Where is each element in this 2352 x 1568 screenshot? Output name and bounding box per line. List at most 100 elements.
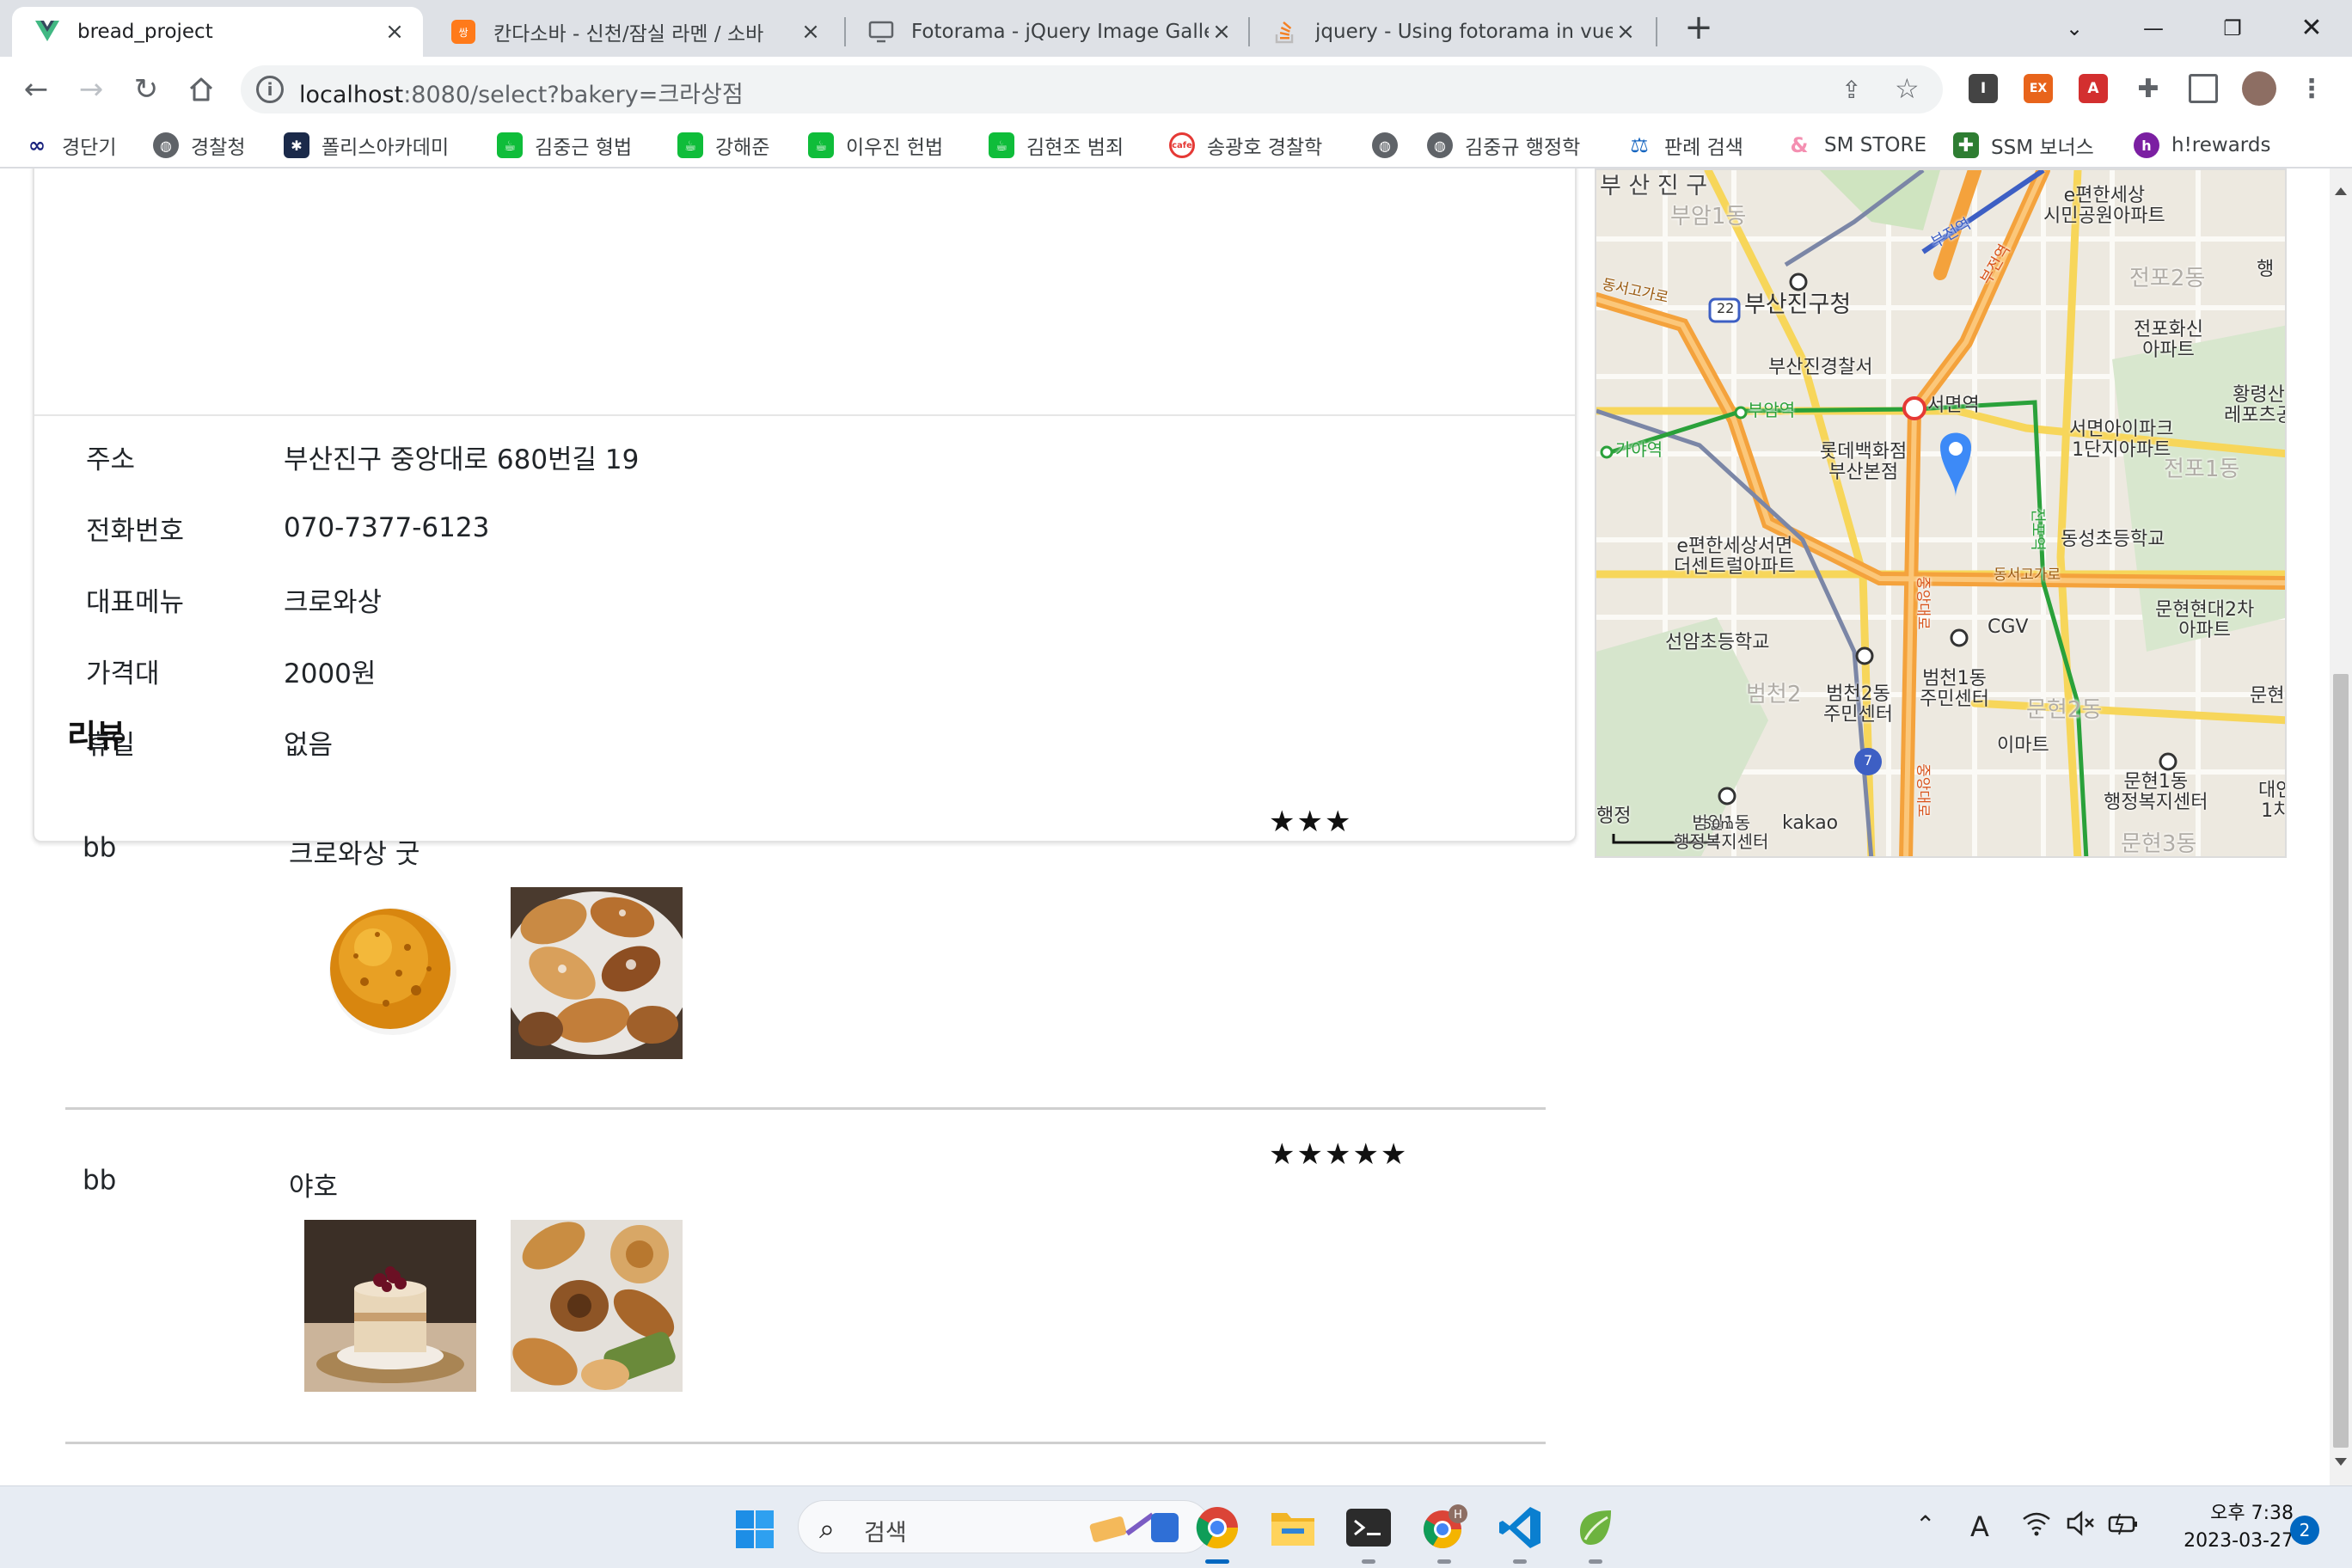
tab-stackoverflow[interactable]: jquery - Using fotorama in vue × (1250, 7, 1654, 57)
notification-badge[interactable]: 2 (2290, 1516, 2319, 1545)
globe-icon: ◍ (153, 132, 179, 158)
tab-fotorama[interactable]: Fotorama - jQuery Image Galler × (846, 7, 1250, 57)
bookmark-star-icon[interactable]: ☆ (1895, 72, 1920, 105)
bookmark-lee-constitution[interactable]: ☕ 이우진 헌법 (808, 129, 943, 162)
reload-icon[interactable]: ↻ (126, 69, 167, 110)
green-bookmark-icon: ☕ (497, 132, 523, 158)
scroll-thumb[interactable] (2333, 674, 2349, 1448)
taskbar-clock[interactable]: 오후 7:38 2023-03-27 (2156, 1500, 2294, 1555)
bookmark-kim-crime[interactable]: ☕ 김현조 범죄 (989, 129, 1124, 162)
close-tab-icon[interactable]: × (1613, 19, 1638, 45)
vue-icon (34, 19, 60, 45)
bookmark-police[interactable]: ◍ 경찰청 (153, 129, 245, 162)
side-panel-icon[interactable] (2189, 74, 2218, 103)
browser-toolbar: ← → ↻ i localhost:8080/select?bakery=크라상… (0, 57, 2352, 122)
battery-icon[interactable] (2108, 1510, 2139, 1543)
green-bookmark-icon: ☕ (677, 132, 703, 158)
taskbar-search[interactable]: ⌕ 검색 (798, 1500, 1210, 1553)
wifi-icon[interactable] (2022, 1510, 2051, 1543)
adobe-pdf-icon[interactable]: A (2079, 74, 2108, 103)
taskbar-spring-app-icon[interactable] (1570, 1502, 1621, 1564)
extension-ex-icon[interactable]: EX (2024, 74, 2053, 103)
ime-indicator[interactable]: A (1970, 1510, 1989, 1543)
croissant-platter-photo[interactable] (511, 887, 683, 1059)
bookmark-kyungdangi[interactable]: ∞ 경단기 (24, 129, 116, 162)
info-row-phone: 전화번호 070-7377-6123 (86, 512, 490, 547)
hrewards-icon: h (2134, 132, 2159, 158)
search-highlight-icon (1082, 1508, 1185, 1547)
review-separator (65, 1442, 1546, 1444)
cafe-icon: cafe (1169, 132, 1195, 158)
bookmark-case-search[interactable]: ⚖ 판례 검색 (1626, 129, 1743, 162)
kakao-map[interactable]: 부 산 진 구 e편한세상 시민공원아파트 부산진구청 부산진경찰서 서면역 부암… (1595, 168, 2287, 858)
tab-search-icon[interactable]: ⌄ (2053, 9, 2096, 48)
search-icon: ⌕ (819, 1512, 835, 1545)
ssm-icon: ✚ (1953, 132, 1979, 158)
bookmark-kim-criminal-law[interactable]: ☕ 김중근 형법 (497, 129, 632, 162)
bookmark-hrewards[interactable]: h h!rewards (2134, 129, 2270, 162)
bookmark-song-police[interactable]: cafe 송광호 경찰학 (1169, 129, 1322, 162)
back-icon[interactable]: ← (15, 69, 57, 110)
green-bookmark-icon: ☕ (989, 132, 1014, 158)
globe-icon: ◍ (1427, 132, 1453, 158)
review-separator (65, 1107, 1546, 1110)
taskbar-chrome-icon[interactable] (1191, 1502, 1243, 1564)
tab-strip: bread_project × 쌍 칸다소바 - 신천/잠실 라멘 / 소바 ×… (0, 0, 2352, 57)
pastry-assortment-photo[interactable] (511, 1220, 683, 1392)
taskbar-vscode-icon[interactable] (1494, 1502, 1546, 1564)
extension-i-icon[interactable]: I (1969, 74, 1998, 103)
restore-icon[interactable]: ❐ (2211, 9, 2254, 48)
volume-muted-icon[interactable] (2067, 1510, 2096, 1543)
law-icon: ⚖ (1630, 133, 1649, 157)
bookmark-kim-admin[interactable]: ◍ 김중규 행정학 (1427, 129, 1580, 162)
close-tab-icon[interactable]: × (798, 19, 824, 45)
close-tab-icon[interactable]: × (1209, 19, 1234, 45)
home-icon[interactable] (181, 69, 222, 110)
round-pastry-photo[interactable] (304, 887, 476, 1059)
windows-taskbar: ⌕ 검색 H ⌃ A 오후 7:38 2023-03-27 2 (0, 1485, 2352, 1568)
bookmark-ssm-bonus[interactable]: ✚ SSM 보너스 (1953, 129, 2094, 162)
minimize-icon[interactable]: — (2132, 9, 2175, 48)
scroll-up-icon[interactable] (2335, 187, 2347, 195)
police-academy-icon: ✱ (284, 132, 309, 158)
profile-avatar[interactable] (2242, 71, 2276, 106)
info-row-price: 가격대 2000원 (86, 658, 377, 689)
info-row-address: 주소 부산진구 중앙대로 680번길 19 (86, 444, 640, 475)
globe-icon: ◍ (1372, 132, 1398, 158)
svg-text:H: H (1454, 1509, 1462, 1522)
taskbar-chrome-profile-icon[interactable]: H (1418, 1502, 1470, 1564)
tab-kandasoba[interactable]: 쌍 칸다소바 - 신천/잠실 라멘 / 소바 × (428, 7, 839, 57)
menu-kebab-icon[interactable]: ⋮ (2297, 74, 2326, 104)
page-viewport: 주소 부산진구 중앙대로 680번길 19 전화번호 070-7377-6123… (0, 168, 2330, 1485)
review-text: 야호 (289, 1172, 339, 1203)
review-photos (304, 887, 683, 1059)
mini-cake-photo[interactable] (304, 1220, 476, 1392)
tray-overflow-icon[interactable]: ⌃ (1915, 1510, 1935, 1539)
review-stars: ★★★ (1269, 805, 1353, 839)
kyungdangi-icon: ∞ (28, 133, 46, 157)
bookmark-police-academy[interactable]: ✱ 폴리스아카데미 (284, 129, 449, 162)
review-author: bb (83, 1165, 117, 1196)
bookmark-sm-store[interactable]: & SM STORE (1786, 129, 1927, 162)
review-text: 크로와상 굿 (289, 839, 420, 870)
extensions-puzzle-icon[interactable]: ✚ (2134, 74, 2163, 104)
tab-bread-project[interactable]: bread_project × (12, 7, 423, 57)
review-stars: ★★★★★ (1269, 1137, 1409, 1172)
url-text[interactable]: localhost:8080/select?bakery=크라상점 (299, 76, 744, 109)
close-tab-icon[interactable]: × (382, 19, 407, 45)
share-icon[interactable]: ⇪ (1841, 76, 1861, 104)
page-scrollbar[interactable] (2330, 168, 2352, 1485)
windows-start-icon[interactable] (734, 1509, 775, 1550)
card-divider (34, 414, 1575, 416)
scroll-down-icon[interactable] (2335, 1458, 2347, 1466)
new-tab-button[interactable]: + (1681, 10, 1716, 46)
bookmark-kang[interactable]: ☕ 강해준 (677, 129, 769, 162)
site-info-icon[interactable]: i (256, 76, 284, 103)
taskbar-terminal-icon[interactable] (1343, 1502, 1394, 1564)
sm-store-icon: & (1790, 133, 1809, 157)
forward-icon[interactable]: → (70, 69, 112, 110)
address-bar[interactable]: i localhost:8080/select?bakery=크라상점 ⇪ ☆ (241, 65, 1943, 113)
bookmark-globe[interactable]: ◍ (1372, 129, 1410, 162)
taskbar-file-explorer-icon[interactable] (1267, 1502, 1319, 1553)
close-window-icon[interactable]: ✕ (2290, 9, 2333, 48)
